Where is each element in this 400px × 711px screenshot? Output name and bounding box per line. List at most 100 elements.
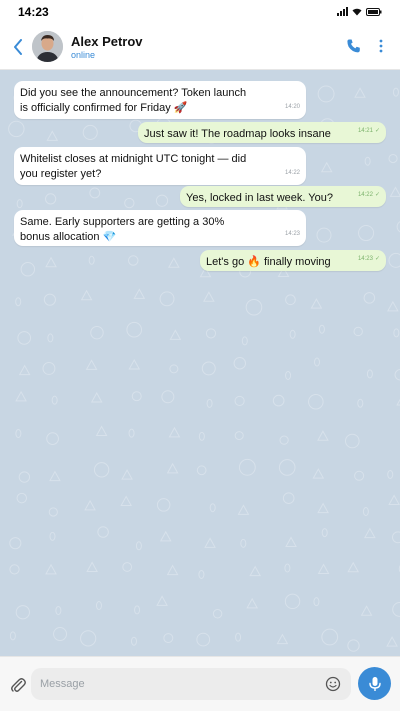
message-input-box[interactable]	[31, 668, 351, 700]
background-doodle	[15, 297, 22, 307]
background-doodle	[245, 298, 263, 316]
background-doodle	[234, 395, 245, 407]
message-bubble-incoming[interactable]: Did you see the announcement? Token laun…	[14, 81, 306, 119]
background-doodle	[89, 187, 101, 199]
background-doodle	[249, 565, 262, 577]
message-text: Same. Early supporters are getting a 30%…	[20, 216, 225, 243]
voice-message-button[interactable]	[358, 667, 391, 700]
message-time: 14:21	[357, 128, 373, 134]
background-doodle	[135, 541, 142, 551]
background-doodle	[20, 262, 36, 277]
background-doodle	[90, 391, 103, 403]
background-doodle	[316, 227, 332, 243]
chat-header: Alex Petrov online	[0, 24, 400, 70]
back-button[interactable]	[8, 35, 28, 59]
background-doodle	[9, 631, 16, 641]
background-doodle	[80, 630, 97, 647]
read-check-icon: ✓	[374, 256, 380, 262]
background-doodle	[282, 492, 295, 505]
background-doodle	[128, 428, 135, 438]
message-bubble-incoming[interactable]: Same. Early supporters are getting a 30%…	[14, 210, 306, 246]
background-doodle	[358, 225, 375, 242]
background-doodle	[240, 538, 247, 548]
background-doodle	[49, 531, 56, 541]
message-bubble-outgoing[interactable]: Yes, locked in last week. You? 14:22 ✓	[180, 186, 386, 207]
background-doodle	[234, 431, 244, 441]
background-doodle	[93, 462, 110, 478]
background-doodle	[388, 494, 400, 505]
background-doodle	[278, 459, 296, 476]
background-doodle	[9, 564, 20, 575]
background-doodle	[166, 462, 179, 474]
battery-icon	[366, 7, 382, 16]
background-doodle	[196, 632, 211, 647]
background-doodle	[18, 471, 31, 483]
background-doodle	[321, 628, 339, 646]
contact-status: online	[71, 50, 96, 60]
background-doodle	[134, 605, 141, 615]
background-doodle	[388, 153, 398, 164]
background-doodle	[317, 563, 330, 574]
more-options-button[interactable]	[378, 38, 384, 54]
background-doodle	[9, 537, 22, 550]
emoji-button[interactable]	[325, 676, 341, 692]
background-doodle	[246, 597, 258, 609]
background-doodle	[42, 362, 56, 375]
background-doodle	[55, 606, 62, 616]
background-doodle	[198, 569, 205, 579]
phone-icon	[347, 39, 360, 53]
kebab-menu-icon	[379, 39, 383, 53]
background-doodle	[130, 636, 137, 646]
background-doodle	[46, 130, 59, 141]
status-time: 14:23	[18, 5, 49, 19]
background-doodle	[128, 358, 141, 370]
message-time: 14:20	[284, 104, 300, 110]
background-doodle	[272, 394, 285, 407]
background-doodle	[156, 498, 171, 512]
chat-area[interactable]: Did you see the announcement? Token laun…	[0, 70, 400, 656]
avatar[interactable]	[32, 31, 63, 62]
background-doodle	[198, 431, 205, 441]
status-bar: 14:23	[0, 0, 400, 24]
message-input[interactable]	[40, 676, 320, 692]
contact-name[interactable]: Alex Petrov	[71, 34, 143, 49]
background-doodle	[161, 390, 175, 404]
background-doodle	[284, 563, 291, 573]
message-time: 14:22	[357, 192, 373, 198]
background-doodle	[317, 85, 335, 103]
background-doodle	[308, 394, 324, 410]
message-bubble-outgoing[interactable]: Let's go 🔥 finally moving 14:23 ✓	[200, 250, 386, 271]
read-check-icon: ✓	[374, 128, 380, 134]
background-doodle	[233, 357, 247, 370]
background-doodle	[354, 470, 365, 481]
call-button[interactable]	[346, 38, 362, 54]
paperclip-icon	[11, 678, 26, 692]
signal-icon	[337, 7, 348, 16]
background-doodle	[363, 527, 376, 539]
background-doodle	[388, 252, 400, 268]
background-doodle	[363, 292, 376, 304]
background-doodle	[156, 595, 168, 606]
message-bubble-incoming[interactable]: Whitelist closes at midnight UTC tonight…	[14, 147, 306, 185]
background-doodle	[344, 433, 360, 449]
background-doodle	[354, 87, 366, 98]
background-doodle	[285, 294, 296, 306]
background-doodle	[15, 605, 30, 620]
background-doodle	[387, 469, 394, 479]
background-doodle	[212, 609, 223, 619]
message-bubble-outgoing[interactable]: Just saw it! The roadmap looks insane 14…	[138, 122, 386, 143]
background-doodle	[159, 530, 172, 542]
background-doodle	[205, 328, 217, 339]
attach-button[interactable]	[10, 676, 26, 694]
background-doodle	[49, 470, 61, 482]
background-doodle	[235, 632, 242, 642]
background-doodle	[360, 605, 373, 616]
background-doodle	[196, 465, 207, 476]
avatar-portrait	[32, 31, 63, 62]
background-doodle	[285, 536, 297, 547]
background-doodle	[168, 426, 181, 438]
background-doodle	[16, 199, 23, 209]
background-doodle	[318, 324, 325, 334]
background-doodle	[203, 291, 215, 302]
message-meta: 14:23 ✓	[358, 252, 380, 267]
